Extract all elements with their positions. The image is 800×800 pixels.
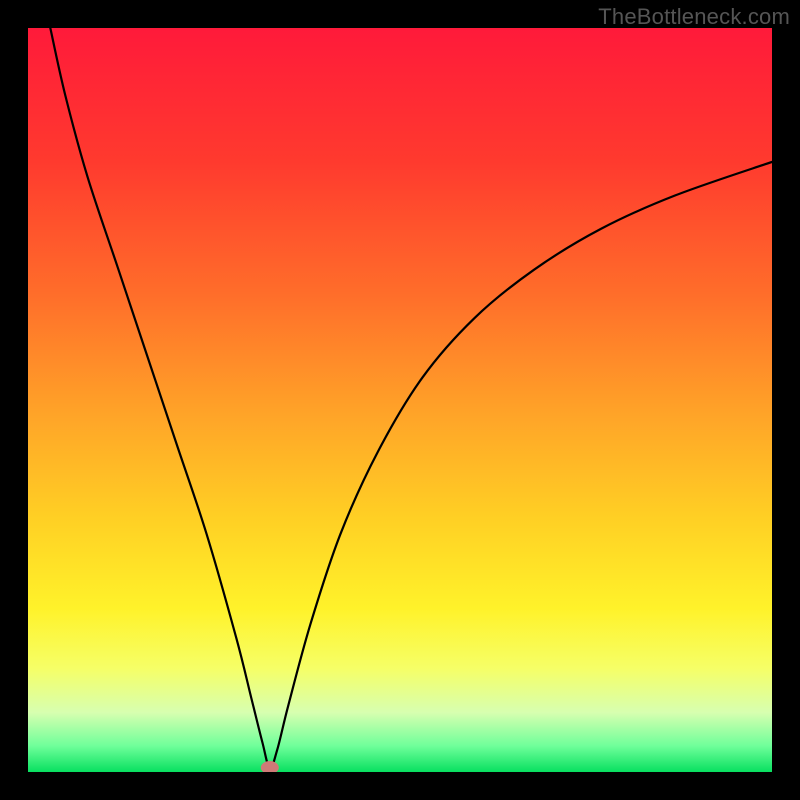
chart-svg: [28, 28, 772, 772]
plot-frame: [28, 28, 772, 772]
watermark-text: TheBottleneck.com: [598, 4, 790, 30]
gradient-background: [28, 28, 772, 772]
